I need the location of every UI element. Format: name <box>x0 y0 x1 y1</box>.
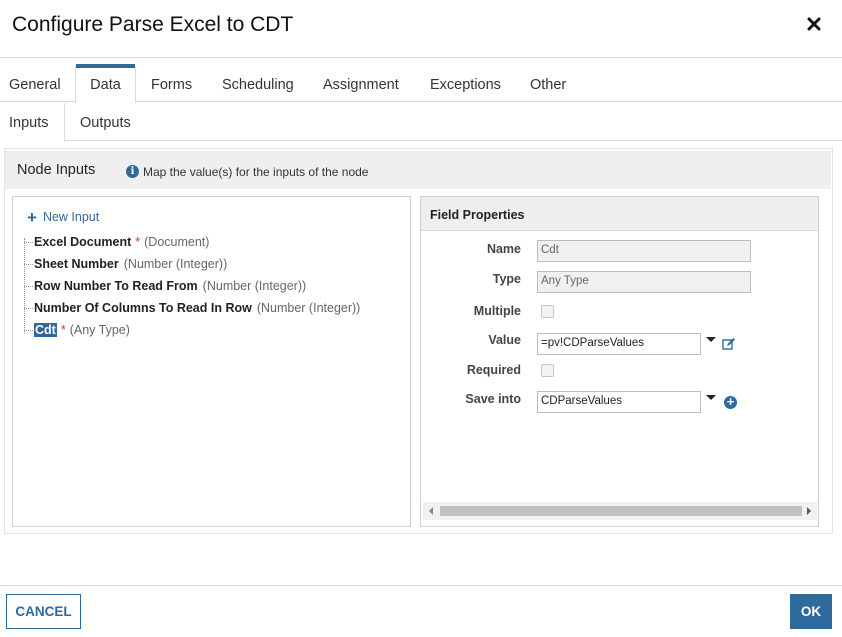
edit-icon[interactable] <box>722 337 736 351</box>
multiple-checkbox[interactable] <box>541 305 554 318</box>
tree-item-type: (Number (Integer)) <box>256 301 361 315</box>
tree-item-number-of-columns[interactable]: Number Of Columns To Read In Row (Number … <box>24 301 360 321</box>
save-into-field[interactable]: CDParseValues <box>537 391 701 413</box>
cancel-button[interactable]: CANCEL <box>6 594 81 629</box>
info-icon: i <box>126 165 139 178</box>
tab-assignment[interactable]: Assignment <box>323 66 399 102</box>
new-input-button[interactable]: + New Input <box>27 208 99 228</box>
subtab-outputs[interactable]: Outputs <box>80 103 131 141</box>
add-icon[interactable]: + <box>724 395 737 409</box>
dialog-footer: CANCEL OK <box>0 585 842 637</box>
tab-exceptions[interactable]: Exceptions <box>430 66 501 102</box>
required-marker: * <box>135 235 141 249</box>
tab-scheduling[interactable]: Scheduling <box>222 66 294 102</box>
tree-item-name: Sheet Number <box>34 257 119 271</box>
tree-item-type: (Number (Integer)) <box>202 279 307 293</box>
tree-item-cdt[interactable]: Cdt * (Any Type) <box>24 323 130 343</box>
dialog-header: Configure Parse Excel to CDT <box>0 0 842 58</box>
plus-icon: + <box>27 208 37 227</box>
name-label: Name <box>486 242 521 256</box>
node-inputs-header: Node Inputs i Map the value(s) for the i… <box>5 151 831 189</box>
value-label: Value <box>488 333 521 347</box>
name-field[interactable]: Cdt <box>537 240 751 262</box>
tree-item-sheet-number[interactable]: Sheet Number (Number (Integer)) <box>24 257 227 277</box>
required-checkbox[interactable] <box>541 364 554 377</box>
tree-item-excel-document[interactable]: Excel Document * (Document) <box>24 235 209 255</box>
tab-data[interactable]: Data <box>75 64 136 103</box>
ok-button[interactable]: OK <box>790 594 832 629</box>
scroll-left-icon[interactable] <box>429 507 433 515</box>
tree-item-name: Cdt <box>34 323 57 337</box>
tree-item-type: (Number (Integer)) <box>123 257 228 271</box>
value-dropdown-icon[interactable] <box>706 337 716 342</box>
required-marker: * <box>60 323 66 337</box>
tab-other[interactable]: Other <box>530 66 566 102</box>
tab-general[interactable]: General <box>0 66 65 102</box>
close-icon[interactable] <box>806 16 822 32</box>
value-field[interactable]: =pv!CDParseValues <box>537 333 701 355</box>
tree-item-name: Row Number To Read From <box>34 279 198 293</box>
save-into-dropdown-icon[interactable] <box>706 395 716 400</box>
field-properties-title: Field Properties <box>430 208 525 222</box>
type-label: Type <box>492 272 521 286</box>
multiple-label: Multiple <box>473 304 521 318</box>
inputs-tree-panel: + New Input Excel Document * (Document) She… <box>12 196 411 527</box>
node-inputs-section: Node Inputs i Map the value(s) for the i… <box>4 148 833 534</box>
sub-tabs: Inputs Outputs <box>0 103 842 142</box>
main-tabs: General Data Forms Scheduling Assignment… <box>0 64 842 103</box>
tab-forms[interactable]: Forms <box>151 66 192 102</box>
node-inputs-title: Node Inputs <box>17 162 96 178</box>
node-inputs-info: Map the value(s) for the inputs of the n… <box>143 165 369 179</box>
required-label: Required <box>466 363 521 377</box>
tree-item-type: (Document) <box>144 235 210 249</box>
type-field[interactable]: Any Type <box>537 271 751 293</box>
tree-item-type: (Any Type) <box>69 323 130 337</box>
field-properties-panel: Field Properties Name Cdt Type Any Type … <box>420 196 819 527</box>
dialog-title: Configure Parse Excel to CDT <box>12 13 294 36</box>
scroll-right-icon[interactable] <box>807 507 811 515</box>
scrollbar-thumb[interactable] <box>440 506 802 516</box>
tree-item-name: Number Of Columns To Read In Row <box>34 301 252 315</box>
save-into-label: Save into <box>465 392 521 406</box>
tree-item-row-number[interactable]: Row Number To Read From (Number (Integer)… <box>24 279 306 299</box>
field-properties-header: Field Properties <box>421 197 818 231</box>
subtab-inputs[interactable]: Inputs <box>0 103 65 142</box>
horizontal-scrollbar[interactable] <box>423 502 817 520</box>
new-input-label: New Input <box>42 210 100 224</box>
tree-item-name: Excel Document <box>34 235 132 249</box>
